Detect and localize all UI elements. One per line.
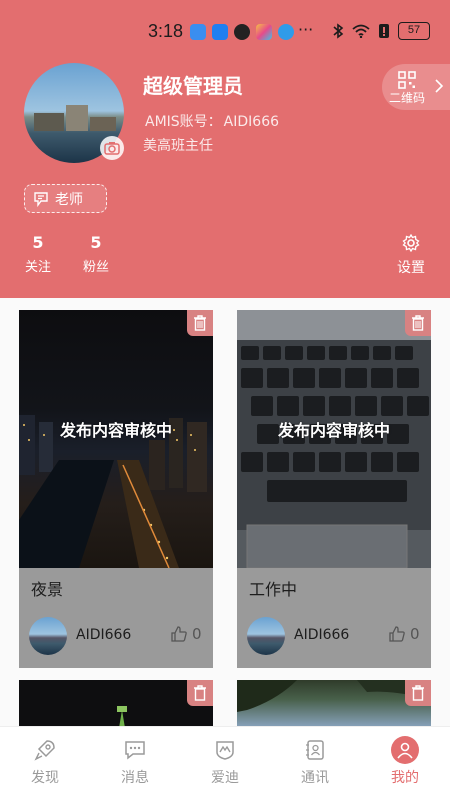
thumbs-up-icon <box>389 626 405 642</box>
tab-mine[interactable]: 我的 <box>360 727 450 800</box>
status-time: 3:18 <box>148 21 184 41</box>
profile-header: 3:18 ··· 57 超级管理员 AMIS账号：AIDI666 美高班主任 <box>0 0 450 298</box>
post-image <box>237 680 431 712</box>
status-bar: 3:18 ··· 57 <box>0 0 450 50</box>
teacher-badge-icon <box>34 191 48 207</box>
followers-label: 粉丝 <box>82 260 109 275</box>
following-label: 关注 <box>24 260 51 275</box>
trash-icon <box>412 685 424 701</box>
user-name: 超级管理员 <box>143 74 243 98</box>
tab-label: 通讯 <box>301 770 329 786</box>
author-name: AIDI666 <box>294 627 350 643</box>
user-icon <box>391 736 419 764</box>
role-label: 老师 <box>55 191 83 208</box>
tab-contacts[interactable]: 通讯 <box>270 727 360 800</box>
author-avatar[interactable] <box>29 617 67 655</box>
tab-label: 消息 <box>121 770 149 786</box>
post-card[interactable] <box>237 680 431 728</box>
status-notification-icons <box>190 24 294 40</box>
tab-label: 我的 <box>391 770 419 786</box>
tab-label: 发现 <box>31 770 59 786</box>
settings-button[interactable]: 设置 <box>392 233 430 277</box>
trash-icon <box>412 315 424 331</box>
avatar-scenery <box>90 117 116 131</box>
post-caption: 夜景 <box>31 580 64 599</box>
chevron-right-icon <box>435 79 444 93</box>
change-avatar-button[interactable] <box>100 136 124 160</box>
user-account: AMIS账号： AIDI666 <box>143 111 279 131</box>
delete-post-button[interactable] <box>405 310 431 336</box>
settings-label: 设置 <box>397 260 425 276</box>
trash-icon <box>194 315 206 331</box>
colorful-app-icon <box>256 24 272 40</box>
qrcode-label: 二维码 <box>389 91 426 105</box>
sim-alert-icon <box>379 24 389 38</box>
bluetooth-icon <box>333 23 344 39</box>
delete-post-button[interactable] <box>187 310 213 336</box>
post-image <box>117 706 127 728</box>
author-name: AIDI666 <box>76 627 132 643</box>
account-label: AMIS账号： <box>145 114 222 130</box>
like-count: 0 <box>192 625 202 643</box>
stat-followers[interactable]: 5 粉丝 <box>76 233 116 275</box>
tab-aidi[interactable]: 爱迪 <box>180 727 270 800</box>
qrcode-icon <box>398 71 416 89</box>
camera-icon <box>104 142 120 155</box>
wifi-icon <box>352 24 370 38</box>
like-button[interactable]: 0 <box>171 625 202 643</box>
followers-count: 5 <box>90 233 102 252</box>
qq-app-icon <box>234 24 250 40</box>
account-value: AIDI666 <box>223 114 280 130</box>
qrcode-button[interactable]: 二维码 <box>382 64 450 110</box>
post-card[interactable]: 发布内容审核中 夜景 AIDI666 0 <box>19 310 213 668</box>
bottom-tab-bar: 发现 消息 爱迪 通讯 我的 <box>0 726 450 800</box>
review-status: 发布内容审核中 <box>59 421 172 440</box>
tab-label: 爱迪 <box>211 770 239 786</box>
delete-post-button[interactable] <box>187 680 213 706</box>
post-card[interactable]: 发布内容审核中 工作中 AIDI666 0 <box>237 310 431 668</box>
browser-app-icon <box>278 24 294 40</box>
tab-discover[interactable]: 发现 <box>0 727 90 800</box>
like-count: 0 <box>410 625 420 643</box>
battery-level: 57 <box>398 22 430 40</box>
following-count: 5 <box>32 233 44 252</box>
more-notifications-icon: ··· <box>298 20 314 39</box>
upload-app-icon <box>212 24 228 40</box>
post-caption: 工作中 <box>249 580 298 599</box>
tab-messages[interactable]: 消息 <box>90 727 180 800</box>
avatar-scenery <box>34 113 64 131</box>
shield-icon <box>211 736 239 764</box>
thumbs-up-icon <box>171 626 187 642</box>
gear-icon <box>402 233 420 253</box>
role-badge: 老师 <box>24 184 107 213</box>
author-avatar[interactable] <box>247 617 285 655</box>
avatar-scenery <box>66 105 88 131</box>
like-button[interactable]: 0 <box>389 625 420 643</box>
post-grid: 发布内容审核中 夜景 AIDI666 0 发布内容审核中 工作中 AIDI666… <box>0 298 450 728</box>
review-status: 发布内容审核中 <box>277 421 390 440</box>
cloud-app-icon <box>190 24 206 40</box>
status-system-icons: 57 <box>332 22 430 40</box>
user-title: 美高班主任 <box>143 138 213 154</box>
rocket-icon <box>31 736 59 764</box>
delete-post-button[interactable] <box>405 680 431 706</box>
trash-icon <box>194 685 206 701</box>
contacts-icon <box>301 736 329 764</box>
post-card[interactable] <box>19 680 213 728</box>
chat-icon <box>121 736 149 764</box>
stat-following[interactable]: 5 关注 <box>18 233 58 275</box>
